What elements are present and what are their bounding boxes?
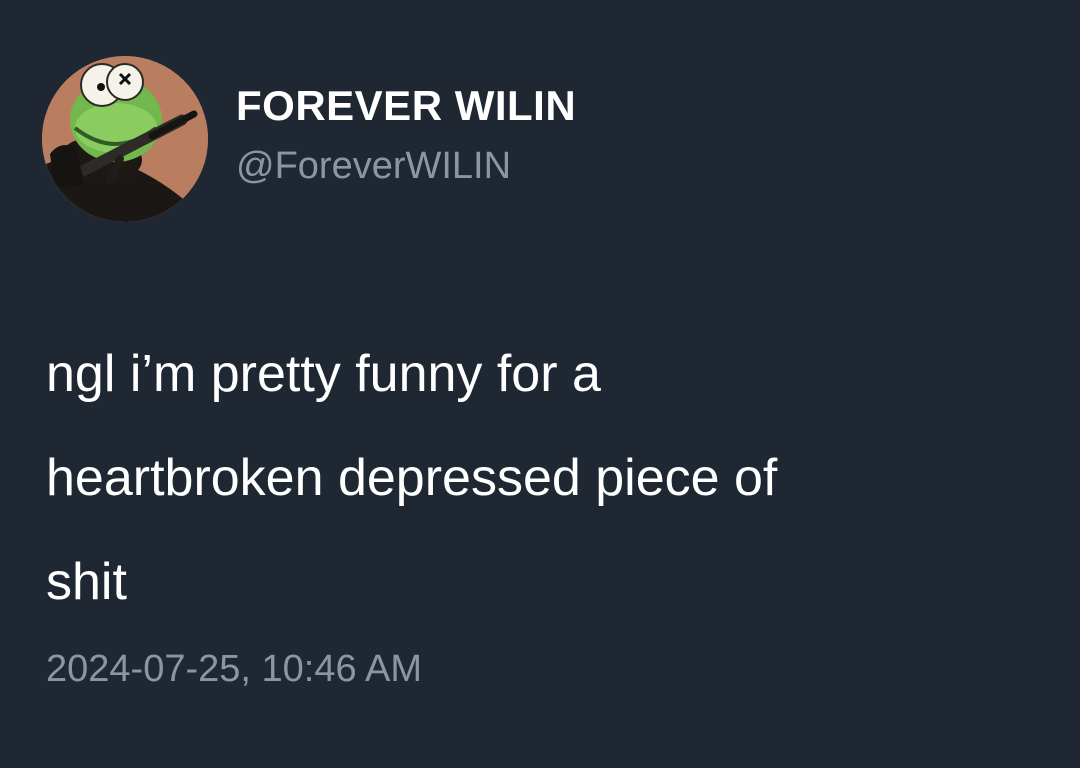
user-handle[interactable]: @ForeverWILIN xyxy=(236,145,511,188)
tweet-text: ngl i’m pretty funny for a heartbroken d… xyxy=(46,345,778,611)
frog-avatar-icon[interactable] xyxy=(42,56,208,222)
tweet-card: FOREVER WILIN @ForeverWILIN ngl i’m pret… xyxy=(0,0,1080,768)
display-name[interactable]: FOREVER WILIN xyxy=(236,82,576,130)
timestamp[interactable]: 2024-07-25, 10:46 AM xyxy=(46,648,422,691)
